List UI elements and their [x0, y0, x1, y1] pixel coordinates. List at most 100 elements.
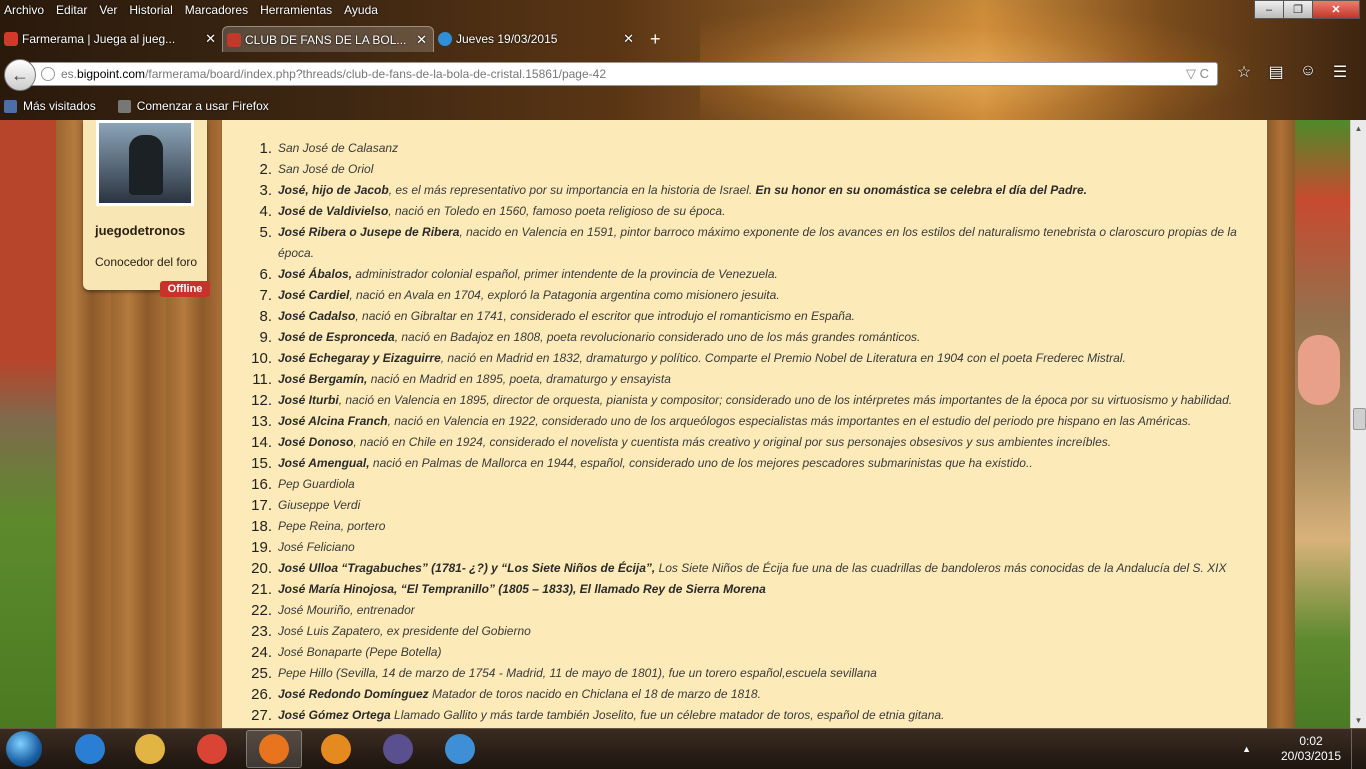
list-bold-text: José Gómez Ortega — [278, 708, 391, 722]
list-text: nació en Madrid en 1895, poeta, dramatur… — [367, 372, 671, 386]
list-bold-text: José de Espronceda — [278, 330, 395, 344]
list-item: 6. José Ábalos, administrador colonial es… — [240, 264, 1260, 285]
menu-ver[interactable]: Ver — [99, 3, 117, 17]
list-text: Los Siete Niños de Écija fue una de las … — [655, 561, 1227, 575]
list-bold-text: José Donoso — [278, 435, 354, 449]
list-text: Pep Guardiola — [278, 477, 355, 491]
star-icon[interactable]: ☆ — [1228, 62, 1260, 82]
list-bold-text: José Cardiel — [278, 288, 350, 302]
news-favicon-icon — [438, 32, 452, 46]
list-text: Giuseppe Verdi — [278, 498, 361, 512]
taskbar-app[interactable] — [62, 730, 118, 768]
list-item: 22. José Mouriño, entrenador — [240, 600, 1260, 621]
list-bold-text: José, hijo de Jacob — [278, 183, 389, 197]
app-icon — [383, 734, 413, 764]
list-item: 21. José María Hinojosa, “El Tempranillo”… — [240, 579, 1260, 600]
browser-chrome: Archivo Editar Ver Historial Marcadores … — [0, 0, 1366, 120]
maximize-button[interactable]: ❐ — [1283, 0, 1313, 19]
list-number: 19. — [251, 539, 272, 556]
list-bold-text: José de Valdivielso — [278, 204, 389, 218]
list-item: 10. José Echegaray y Eizaguirre, nació en… — [240, 348, 1260, 369]
menu-editar[interactable]: Editar — [56, 3, 87, 17]
taskbar-app[interactable] — [432, 730, 488, 768]
list-text: Matador de toros nacido en Chiclana el 1… — [428, 687, 761, 701]
pig-character-icon — [1298, 335, 1340, 405]
tab-strip: Farmerama | Juega al jueg... ✕ CLUB DE F… — [0, 26, 661, 53]
list-bold-text: José Ábalos, — [278, 267, 353, 281]
taskbar: ▲ 0:02 20/03/2015 — [0, 728, 1366, 769]
page-content: juegodetronos Conocedor del foro Offline… — [0, 120, 1350, 728]
tab-club-de-fans[interactable]: CLUB DE FANS DE LA BOL... ✕ — [222, 26, 434, 52]
menu-marcadores[interactable]: Marcadores — [185, 3, 248, 17]
explorer-icon — [135, 734, 165, 764]
list-item: 5. José Ribera o Jusepe de Ribera, nacido… — [240, 222, 1260, 264]
bookmark-icon — [4, 99, 17, 113]
tab-close-icon[interactable]: ✕ — [623, 31, 634, 47]
list-number: 22. — [251, 602, 272, 619]
list-item: 12. José Iturbi, nació en Valencia en 189… — [240, 390, 1260, 411]
list-bold-text: José Iturbi — [278, 393, 339, 407]
list-text: , nació en Avala en 1704, exploró la Pat… — [349, 288, 780, 302]
list-bold-text: José Cadalso — [278, 309, 356, 323]
list-item: 24. José Bonaparte (Pepe Botella) — [240, 642, 1260, 663]
menu-historial[interactable]: Historial — [129, 3, 172, 17]
list-number: 20. — [251, 560, 272, 577]
menu-icon[interactable]: ☰ — [1324, 62, 1356, 82]
list-item: 3. José, hijo de Jacob, es el más represe… — [240, 180, 1260, 201]
bookmark-mas-visitados[interactable]: Más visitados — [0, 99, 96, 113]
clock-time: 0:02 — [1299, 734, 1323, 748]
clock[interactable]: 0:02 20/03/2015 — [1271, 734, 1351, 764]
url-bar[interactable]: es. bigpoint.com/farmerama/board/index.ph… — [30, 62, 1218, 86]
list-text: , nació en Toledo en 1560, famoso poeta … — [388, 204, 726, 218]
taskbar-app[interactable] — [370, 730, 426, 768]
list-text: , nació en Madrid en 1832, dramaturgo y … — [440, 351, 1126, 365]
menu-ayuda[interactable]: Ayuda — [344, 3, 378, 17]
taskbar-app[interactable] — [122, 730, 178, 768]
media-icon — [321, 734, 351, 764]
vertical-scrollbar[interactable]: ▲ ▼ — [1350, 120, 1366, 728]
list-bold-text: José Redondo Domínguez — [278, 687, 429, 701]
tab-close-icon[interactable]: ✕ — [205, 31, 216, 47]
tab-close-icon[interactable]: ✕ — [416, 32, 427, 48]
new-tab-button[interactable]: + — [650, 26, 661, 53]
url-prefix: es. — [61, 67, 78, 81]
list-text: , es el más representativo por su import… — [388, 183, 756, 197]
list-item: 18. Pepe Reina, portero — [240, 516, 1260, 537]
tab-farmerama[interactable]: Farmerama | Juega al jueg... ✕ — [0, 26, 222, 52]
reader-icon[interactable]: ▤ — [1260, 62, 1292, 82]
list-number: 8. — [259, 308, 272, 325]
close-window-button[interactable]: ✕ — [1312, 0, 1360, 19]
avatar[interactable] — [96, 120, 194, 206]
list-bold-text: José María Hinojosa, “El Tempranillo” (1… — [278, 582, 766, 596]
tab-label: Farmerama | Juega al jueg... — [22, 32, 176, 46]
user-title: Conocedor del foro — [95, 255, 198, 269]
show-desktop-button[interactable] — [1351, 729, 1366, 769]
scroll-down-icon[interactable]: ▼ — [1351, 712, 1366, 728]
names-list: 1. San José de Calasanz 2. San José de Orio… — [240, 138, 1260, 726]
start-button[interactable] — [6, 731, 42, 767]
url-path: /farmerama/board/index.php?threads/club-… — [145, 67, 606, 81]
tab-jueves[interactable]: Jueves 19/03/2015 ✕ — [434, 26, 640, 52]
bookmark-comenzar-firefox[interactable]: Comenzar a usar Firefox — [114, 99, 269, 113]
back-button[interactable]: ← — [4, 59, 36, 91]
farmerama-favicon-icon — [4, 32, 18, 46]
scroll-up-icon[interactable]: ▲ — [1351, 120, 1366, 136]
scroll-thumb[interactable] — [1353, 408, 1366, 430]
taskbar-app[interactable] — [308, 730, 364, 768]
minimize-button[interactable]: – — [1254, 0, 1284, 19]
list-number: 3. — [259, 182, 272, 199]
taskbar-app[interactable] — [246, 730, 302, 768]
username[interactable]: juegodetronos — [95, 223, 199, 238]
menu-archivo[interactable]: Archivo — [4, 3, 44, 17]
chrome-icon — [197, 734, 227, 764]
list-item: 27. José Gómez Ortega Llamado Gallito y m… — [240, 705, 1260, 726]
list-bold-text: José Bergamín, — [278, 372, 368, 386]
taskbar-app[interactable] — [184, 730, 240, 768]
smile-icon[interactable]: ☺ — [1292, 62, 1324, 82]
tray-toggle-icon[interactable]: ▲ — [1242, 744, 1251, 754]
menu-herramientas[interactable]: Herramientas — [260, 3, 332, 17]
bookmarks-bar: Más visitados Comenzar a usar Firefox — [0, 96, 287, 116]
globe-icon — [41, 67, 55, 81]
reload-icon[interactable]: ▽ C — [1186, 66, 1209, 82]
list-item: 1. San José de Calasanz — [240, 138, 1260, 159]
